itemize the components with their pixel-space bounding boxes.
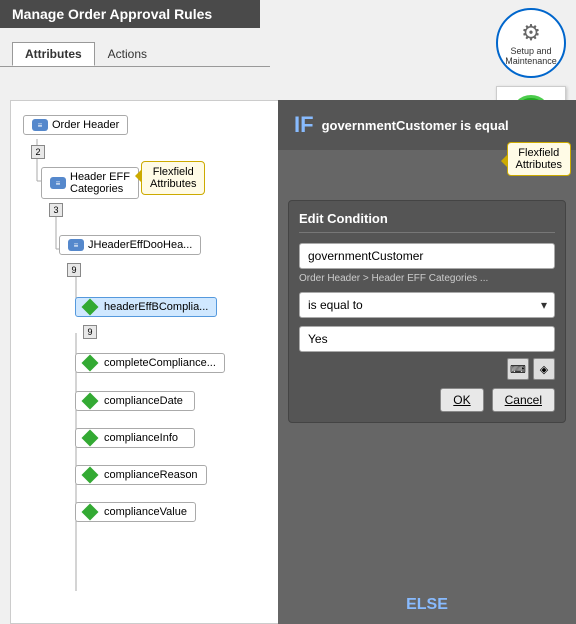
keyboard-icon[interactable]: ⌨	[507, 358, 529, 380]
tab-actions[interactable]: Actions	[95, 42, 160, 66]
if-condition-text: governmentCustomer is equal	[322, 118, 509, 133]
node-header-eff[interactable]: ≡ Header EFFCategories	[41, 167, 139, 199]
expression-icon[interactable]: ◈	[533, 358, 555, 380]
node-label: JHeaderEffDooHea...	[88, 239, 192, 251]
tab-attributes[interactable]: Attributes	[12, 42, 95, 66]
expand-btn-0[interactable]: 2	[31, 145, 45, 159]
main-content: Flexfield Attributes	[0, 100, 576, 624]
node-label: complianceValue	[104, 506, 187, 518]
condition-field-input[interactable]	[299, 243, 555, 269]
ok-button[interactable]: OK	[440, 388, 483, 412]
tabs-area: Attributes Actions	[0, 34, 270, 67]
else-label: ELSE	[406, 596, 448, 614]
node-complete-compliance[interactable]: completeCompliance...	[75, 353, 225, 373]
expand-btn-1[interactable]: 3	[49, 203, 63, 217]
node-label: headerEffBComplia...	[104, 301, 208, 313]
operator-select[interactable]: is equal to is not equal to is greater t…	[299, 292, 555, 318]
diamond-icon	[82, 299, 99, 316]
page-title: Manage Order Approval Rules	[0, 0, 260, 28]
gear-icon: ⚙	[521, 20, 541, 46]
if-keyword: IF	[294, 112, 314, 138]
node-compliance-info[interactable]: complianceInfo	[75, 428, 195, 448]
node-header-eff-b[interactable]: headerEffBComplia...	[75, 297, 217, 317]
diamond-icon	[82, 504, 99, 521]
db-icon: ≡	[50, 177, 66, 189]
edit-condition-dialog: Edit Condition Order Header > Header EFF…	[288, 200, 566, 423]
node-label: complianceReason	[104, 469, 198, 481]
tree-panel: Flexfield Attributes	[10, 100, 280, 624]
cancel-button[interactable]: Cancel	[492, 388, 555, 412]
condition-hint: Order Header > Header EFF Categories ...	[299, 273, 555, 284]
diamond-icon	[82, 355, 99, 372]
node-compliance-date[interactable]: complianceDate	[75, 391, 195, 411]
node-jheader[interactable]: ≡ JHeaderEffDooHea...	[59, 235, 201, 255]
expand-btn-2[interactable]: 9	[67, 263, 81, 277]
diamond-icon	[82, 430, 99, 447]
dialog-actions: OK Cancel	[299, 388, 555, 412]
dialog-title: Edit Condition	[299, 211, 555, 233]
node-label: complianceInfo	[104, 432, 178, 444]
input-icons-row: ⌨ ◈	[299, 358, 555, 380]
right-panel: IF governmentCustomer is equal Flexfield…	[278, 100, 576, 624]
diamond-icon	[82, 467, 99, 484]
flexfield-callout-right: Flexfield Attributes	[507, 142, 571, 176]
node-order-header[interactable]: ≡ Order Header	[23, 115, 128, 135]
node-label: complianceDate	[104, 395, 183, 407]
node-label: completeCompliance...	[104, 357, 216, 369]
value-input[interactable]	[299, 326, 555, 352]
flexfield-callout-left: Flexfield Attributes	[141, 161, 205, 195]
node-compliance-reason[interactable]: complianceReason	[75, 465, 207, 485]
setup-label: Setup andMaintenance	[505, 46, 557, 66]
setup-maintenance-button[interactable]: ⚙ Setup andMaintenance	[496, 8, 566, 78]
node-label: Order Header	[52, 119, 119, 131]
node-label: Header EFFCategories	[70, 171, 130, 195]
db-icon: ≡	[68, 239, 84, 251]
db-icon: ≡	[32, 119, 48, 131]
node-compliance-value[interactable]: complianceValue	[75, 502, 196, 522]
diamond-icon	[82, 393, 99, 410]
expand-btn-3[interactable]: 9	[83, 325, 97, 339]
operator-select-wrapper: is equal to is not equal to is greater t…	[299, 292, 555, 318]
